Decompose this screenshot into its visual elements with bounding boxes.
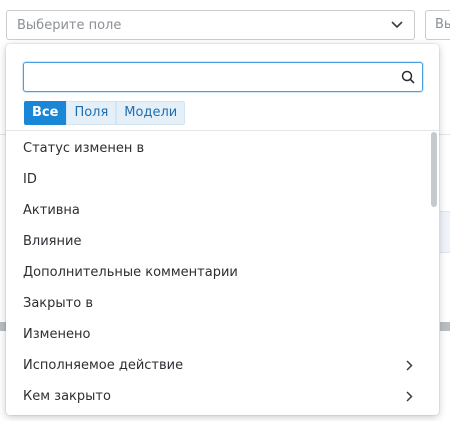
search-field[interactable] (23, 62, 423, 92)
chevron-right-icon (403, 391, 415, 403)
list-item[interactable]: Изменено (6, 319, 432, 350)
chevron-down-icon[interactable] (390, 18, 404, 32)
field-select[interactable]: Выберите поле (6, 10, 415, 40)
list-item-label: Закрыто в (23, 296, 93, 311)
secondary-select[interactable]: Выб (425, 10, 450, 40)
scrollbar[interactable] (431, 132, 437, 412)
list-item-label: ID (23, 172, 37, 187)
list-item-label: Активна (23, 203, 80, 218)
list-item-label: Кем закрыто (23, 389, 111, 404)
background-band-right (440, 322, 450, 331)
list-item[interactable]: Исполняемое действие (6, 350, 432, 381)
list-item-label: Изменено (23, 327, 91, 342)
list-item[interactable]: ID (6, 164, 432, 195)
list-item-label: Дополнительные комментарии (23, 265, 238, 280)
list-item[interactable]: Влияние (6, 226, 432, 257)
list-item[interactable]: Дополнительные комментарии (6, 257, 432, 288)
list-item[interactable]: Статус изменен в (6, 133, 432, 164)
search-icon[interactable] (400, 69, 416, 85)
list-item[interactable]: Кем закрыто (6, 381, 432, 412)
background-row (440, 211, 450, 253)
scrollbar-thumb[interactable] (431, 132, 437, 207)
tab-models[interactable]: Модели (116, 101, 186, 125)
tab-all[interactable]: Все (24, 101, 67, 125)
list-item-label: Влияние (23, 234, 82, 249)
list-item[interactable]: Активна (6, 195, 432, 226)
list-item-label: Исполняемое действие (23, 358, 184, 373)
search-input[interactable] (30, 68, 400, 86)
field-list: Статус изменен в ID Активна Влияние Допо… (6, 133, 432, 412)
filter-tabs: Все Поля Модели (24, 101, 186, 125)
chevron-right-icon (403, 360, 415, 372)
field-select-placeholder: Выберите поле (17, 17, 122, 33)
list-item[interactable]: Закрыто в (6, 288, 432, 319)
field-dropdown: Все Поля Модели Статус изменен в ID Акти… (6, 44, 439, 415)
tab-fields[interactable]: Поля (66, 101, 117, 125)
divider (6, 130, 439, 131)
list-item-label: Статус изменен в (23, 141, 145, 156)
